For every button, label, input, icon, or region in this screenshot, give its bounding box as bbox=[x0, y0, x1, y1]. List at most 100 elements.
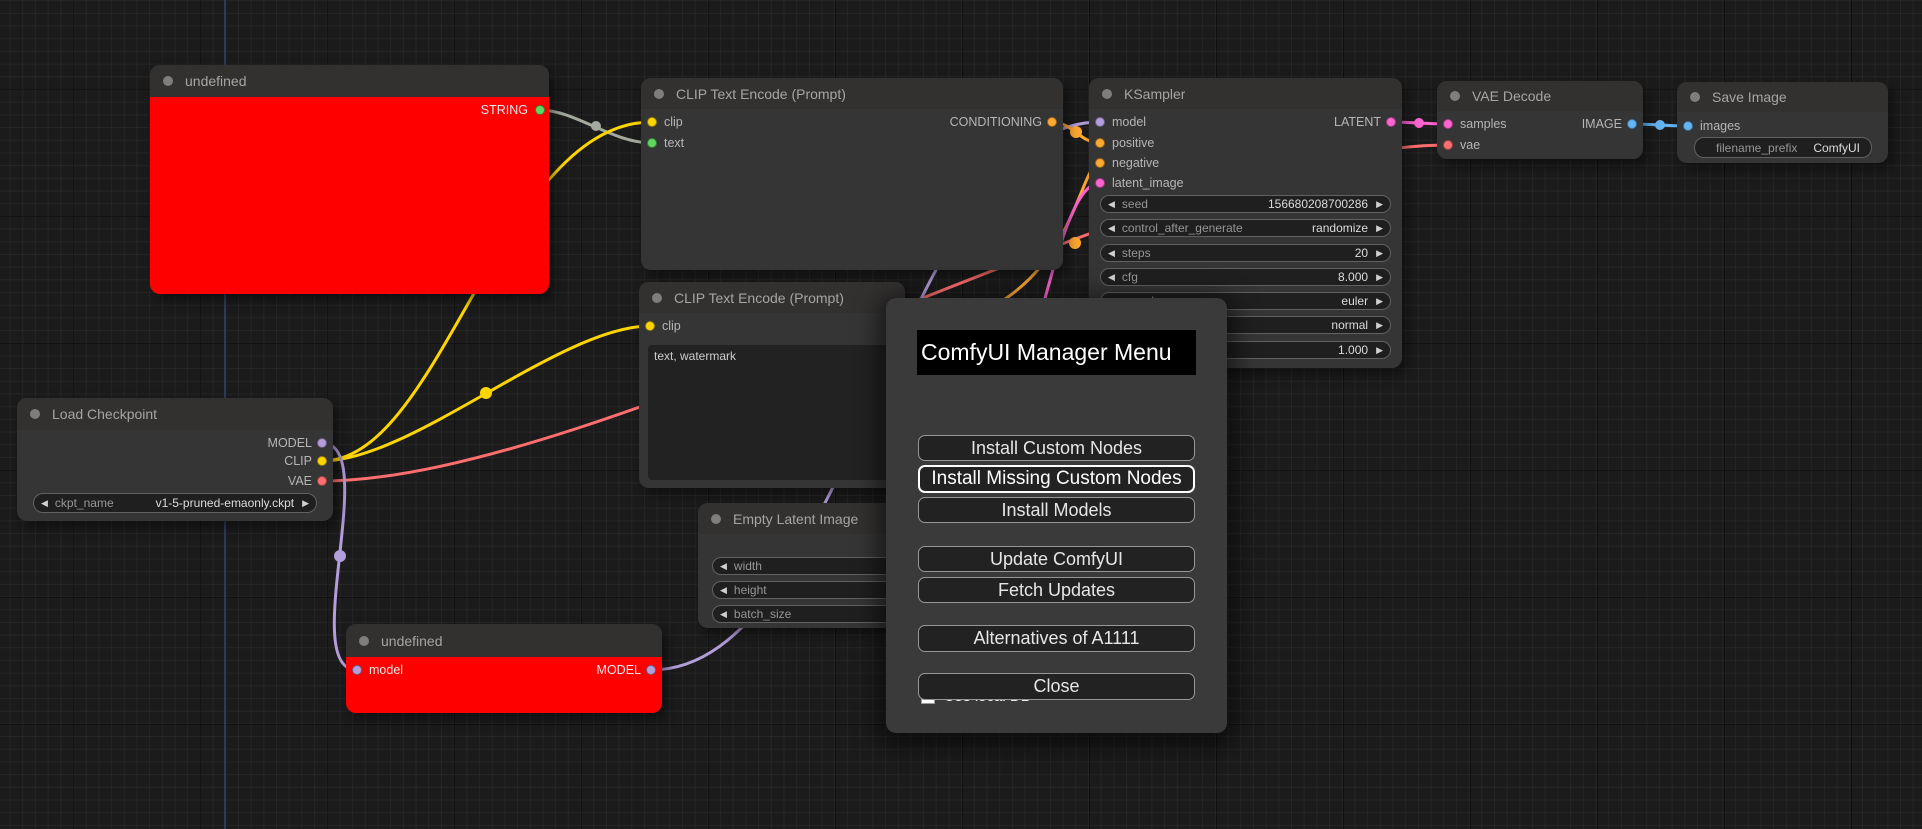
node-title: Load Checkpoint bbox=[52, 406, 158, 422]
widget-filename-prefix[interactable]: filename_prefix ComfyUI bbox=[1694, 137, 1872, 158]
input-label-clip: clip bbox=[664, 115, 683, 129]
node-title: VAE Decode bbox=[1472, 88, 1552, 104]
decrement-arrow-icon[interactable]: ◀ bbox=[1108, 272, 1115, 282]
output-label: LATENT bbox=[1334, 115, 1381, 129]
node-status-dot bbox=[1690, 92, 1700, 102]
node-empty-latent-image[interactable]: Empty Latent Image ◀ width ▶ ◀ height ▶ … bbox=[698, 503, 910, 628]
widget-seed[interactable]: ◀ seed 156680208700286 ▶ bbox=[1100, 195, 1391, 213]
output-label-model: MODEL bbox=[267, 436, 312, 450]
node-title: CLIP Text Encode (Prompt) bbox=[674, 289, 844, 306]
node-status-dot bbox=[711, 513, 721, 524]
output-port-vae[interactable] bbox=[317, 476, 327, 486]
decrement-arrow-icon[interactable]: ◀ bbox=[720, 585, 727, 595]
widget-width[interactable]: ◀ width ▶ bbox=[712, 557, 908, 575]
widget-cfg[interactable]: ◀ cfg 8.000 ▶ bbox=[1100, 268, 1391, 286]
prompt-textarea[interactable]: text, watermark bbox=[648, 345, 890, 480]
output-label-vae: VAE bbox=[287, 474, 312, 488]
node-title: KSampler bbox=[1124, 85, 1186, 102]
node-status-dot bbox=[359, 635, 369, 646]
output-label: STRING bbox=[480, 103, 528, 117]
install-missing-custom-nodes-button[interactable]: Install Missing Custom Nodes bbox=[918, 465, 1195, 493]
input-port-samples[interactable] bbox=[1443, 119, 1453, 129]
widget-batch-size[interactable]: ◀ batch_size ▶ bbox=[712, 605, 908, 623]
input-label-images: images bbox=[1700, 119, 1741, 133]
node-status-dot bbox=[163, 76, 173, 86]
increment-arrow-icon[interactable]: ▶ bbox=[1376, 320, 1383, 330]
fetch-updates-button[interactable]: Fetch Updates bbox=[918, 577, 1195, 603]
input-port-clip[interactable] bbox=[645, 321, 655, 331]
input-label-vae: vae bbox=[1460, 138, 1481, 152]
install-models-button[interactable]: Install Models bbox=[918, 497, 1195, 523]
decrement-arrow-icon[interactable]: ◀ bbox=[41, 498, 48, 508]
node-save-image[interactable]: Save Image images filename_prefix ComfyU… bbox=[1677, 82, 1888, 163]
input-port-latent-image[interactable] bbox=[1095, 178, 1105, 188]
install-custom-nodes-button[interactable]: Install Custom Nodes bbox=[918, 435, 1195, 461]
comfyui-manager-dialog: ComfyUI Manager Menu Use local DB Instal… bbox=[886, 298, 1227, 733]
input-port-text[interactable] bbox=[647, 138, 657, 148]
increment-arrow-icon[interactable]: ▶ bbox=[1376, 248, 1383, 258]
input-port-clip[interactable] bbox=[647, 117, 657, 127]
node-clip-text-encode-negative[interactable]: CLIP Text Encode (Prompt) clip text, wat… bbox=[639, 282, 905, 488]
output-label: IMAGE bbox=[1581, 117, 1622, 131]
output-port-model[interactable] bbox=[317, 438, 327, 448]
dialog-title: ComfyUI Manager Menu bbox=[917, 330, 1196, 375]
input-label-text: text bbox=[664, 136, 685, 150]
input-label-positive: positive bbox=[1112, 136, 1155, 150]
input-label-negative: negative bbox=[1112, 156, 1160, 170]
node-title: undefined bbox=[185, 73, 247, 89]
node-status-dot bbox=[30, 409, 40, 419]
widget-control-after-generate[interactable]: ◀ control_after_generate randomize ▶ bbox=[1100, 219, 1391, 237]
node-title: CLIP Text Encode (Prompt) bbox=[676, 85, 846, 102]
output-port-latent[interactable] bbox=[1386, 117, 1396, 127]
decrement-arrow-icon[interactable]: ◀ bbox=[1108, 199, 1115, 209]
output-label: CONDITIONING bbox=[949, 115, 1042, 129]
output-port-clip[interactable] bbox=[317, 456, 327, 466]
node-status-dot bbox=[654, 88, 664, 99]
output-label-clip: CLIP bbox=[284, 454, 312, 468]
node-status-dot bbox=[1450, 91, 1460, 101]
node-title: Save Image bbox=[1712, 89, 1787, 105]
node-status-dot bbox=[652, 292, 662, 303]
increment-arrow-icon[interactable]: ▶ bbox=[1376, 223, 1383, 233]
input-label-model: model bbox=[369, 663, 404, 677]
node-vae-decode[interactable]: VAE Decode samples vae IMAGE bbox=[1437, 81, 1643, 159]
decrement-arrow-icon[interactable]: ◀ bbox=[720, 561, 727, 571]
output-port-conditioning[interactable] bbox=[1047, 117, 1057, 127]
input-port-positive[interactable] bbox=[1095, 138, 1105, 148]
input-port-negative[interactable] bbox=[1095, 158, 1105, 168]
input-port-images[interactable] bbox=[1683, 121, 1693, 131]
node-load-checkpoint[interactable]: Load Checkpoint MODEL CLIP VAE ◀ ckpt_na… bbox=[17, 398, 333, 521]
increment-arrow-icon[interactable]: ▶ bbox=[302, 498, 309, 508]
decrement-arrow-icon[interactable]: ◀ bbox=[1108, 223, 1115, 233]
node-title: Empty Latent Image bbox=[733, 510, 859, 527]
output-port-string[interactable] bbox=[535, 105, 545, 115]
node-status-dot bbox=[1102, 88, 1112, 99]
output-port-image[interactable] bbox=[1627, 119, 1637, 129]
input-port-model[interactable] bbox=[352, 665, 362, 675]
widget-ckpt-name[interactable]: ◀ ckpt_name v1-5-pruned-emaonly.ckpt ▶ bbox=[33, 493, 317, 513]
widget-height[interactable]: ◀ height ▶ bbox=[712, 581, 908, 599]
increment-arrow-icon[interactable]: ▶ bbox=[1376, 272, 1383, 282]
input-label-latent-image: latent_image bbox=[1112, 176, 1184, 190]
input-port-model[interactable] bbox=[1095, 117, 1105, 127]
node-title: undefined bbox=[381, 632, 443, 649]
output-label: MODEL bbox=[596, 663, 641, 677]
node-undefined-bottom[interactable]: undefined model MODEL bbox=[346, 624, 662, 713]
input-label-model: model bbox=[1112, 115, 1147, 129]
increment-arrow-icon[interactable]: ▶ bbox=[1376, 296, 1383, 306]
widget-steps[interactable]: ◀ steps 20 ▶ bbox=[1100, 244, 1391, 262]
close-button[interactable]: Close bbox=[918, 673, 1195, 700]
output-port-model[interactable] bbox=[646, 665, 656, 675]
decrement-arrow-icon[interactable]: ◀ bbox=[1108, 248, 1115, 258]
alternatives-of-a1111-button[interactable]: Alternatives of A1111 bbox=[918, 625, 1195, 652]
node-undefined-top[interactable]: undefined STRING bbox=[150, 65, 549, 294]
node-clip-text-encode-positive[interactable]: CLIP Text Encode (Prompt) clip text COND… bbox=[641, 78, 1063, 270]
input-label-clip: clip bbox=[662, 319, 681, 333]
node-graph-canvas[interactable]: undefined STRING CLIP Text Encode (Promp… bbox=[0, 0, 1922, 829]
input-label-samples: samples bbox=[1460, 117, 1507, 131]
update-comfyui-button[interactable]: Update ComfyUI bbox=[918, 546, 1195, 572]
increment-arrow-icon[interactable]: ▶ bbox=[1376, 345, 1383, 355]
increment-arrow-icon[interactable]: ▶ bbox=[1376, 199, 1383, 209]
decrement-arrow-icon[interactable]: ◀ bbox=[720, 609, 727, 619]
input-port-vae[interactable] bbox=[1443, 140, 1453, 150]
